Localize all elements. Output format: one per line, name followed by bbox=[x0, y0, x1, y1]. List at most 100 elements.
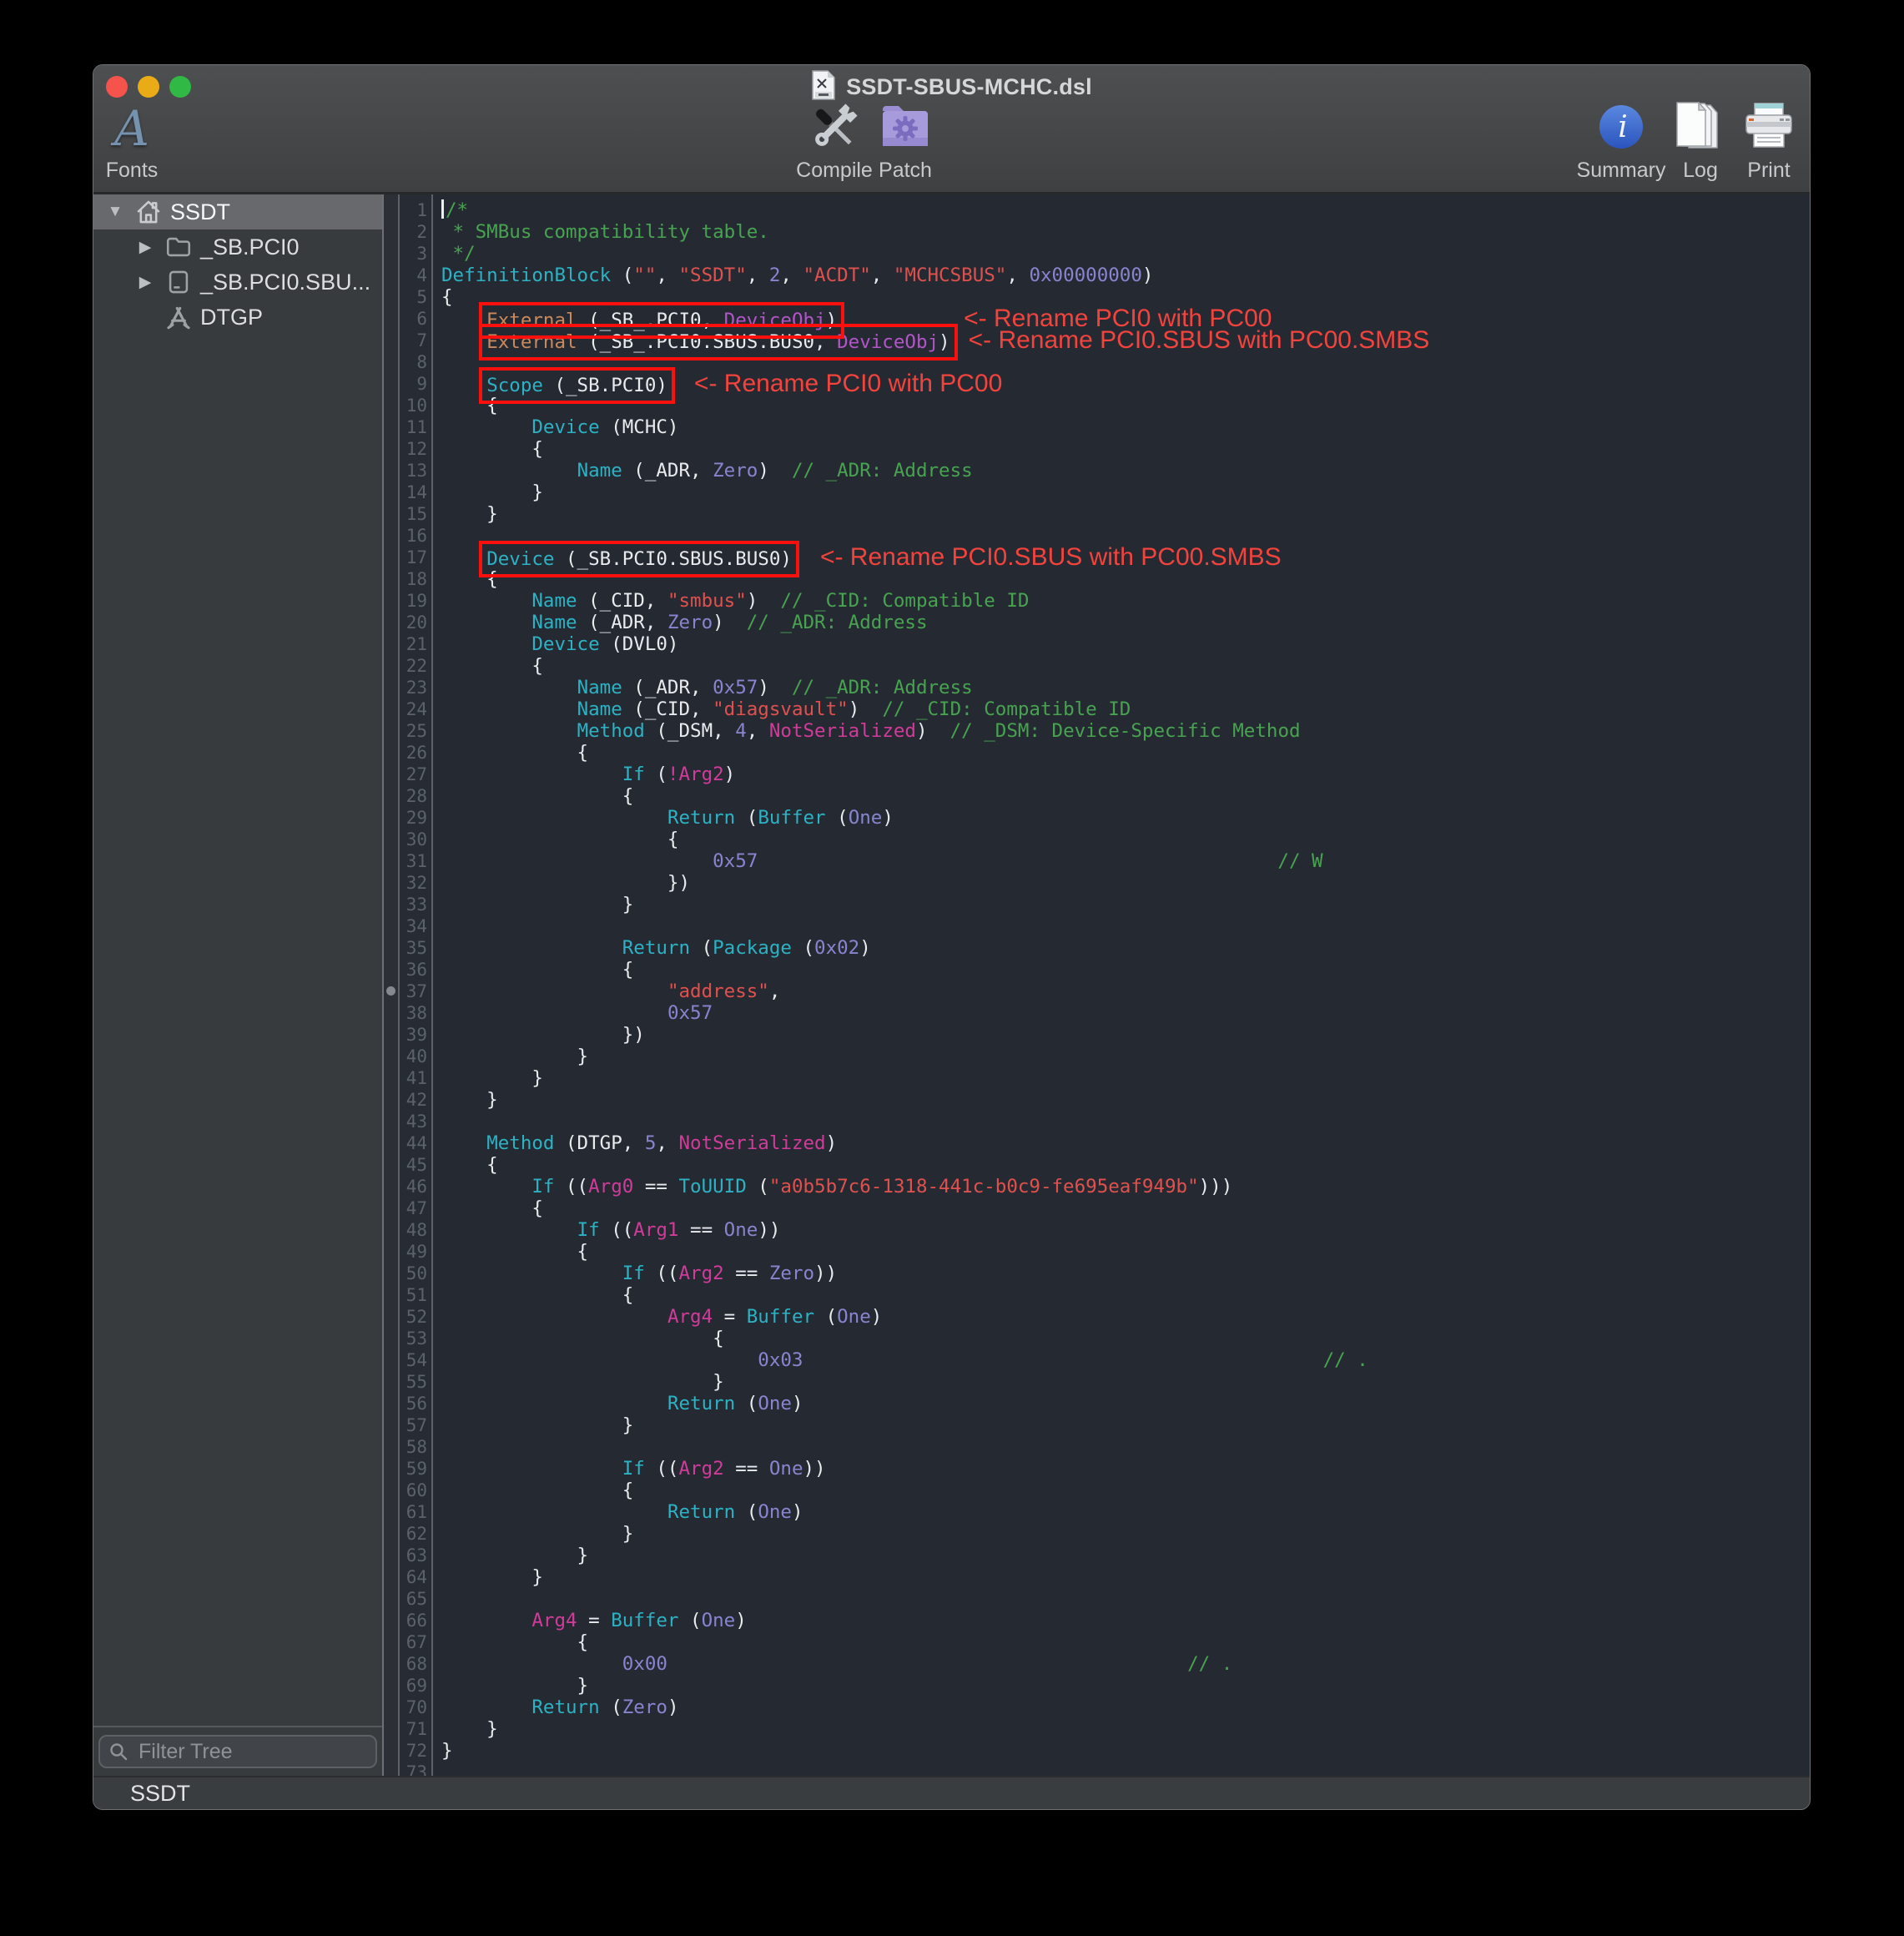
code-line: { bbox=[441, 742, 1810, 764]
tree-item-ssdt[interactable]: ▼ SSDT bbox=[93, 194, 382, 229]
code-line: { bbox=[441, 959, 1810, 981]
code-line: If (!Arg2) bbox=[441, 764, 1810, 785]
code-editor: 1234567891011121314151617181920212223242… bbox=[384, 194, 1810, 1777]
code-line: Name (_ADR, 0x57) // _ADR: Address bbox=[441, 677, 1810, 698]
code-line: Device (DVL0) bbox=[441, 633, 1810, 655]
rename-highlight-box: Scope (_SB.PCI0) bbox=[486, 375, 667, 396]
code-line: } bbox=[441, 1675, 1810, 1697]
code-line: } bbox=[441, 1545, 1810, 1566]
tree-item-label: _SB.PCI0.SBU... bbox=[200, 270, 370, 295]
code-line: Arg4 = Buffer (One) bbox=[441, 1610, 1810, 1631]
code-line: Return (Buffer (One) bbox=[441, 807, 1810, 829]
code-line: If ((Arg0 == ToUUID ("a0b5b7c6-1318-441c… bbox=[441, 1176, 1810, 1197]
code-line: { bbox=[441, 1284, 1810, 1306]
status-bar: SSDT bbox=[93, 1776, 1810, 1809]
status-text: SSDT bbox=[130, 1781, 190, 1807]
code-line: * SMBus compatibility table. bbox=[441, 221, 1810, 243]
code-line: DefinitionBlock ("", "SSDT", 2, "ACDT", … bbox=[441, 265, 1810, 286]
code-line: 0x00 // . bbox=[441, 1653, 1810, 1675]
code-line: Name (_CID, "diagsvault") // _CID: Compa… bbox=[441, 698, 1810, 720]
toolbar-fonts-label: Fonts bbox=[93, 159, 199, 183]
code-line: } bbox=[441, 1414, 1810, 1436]
code-line: Arg4 = Buffer (One) bbox=[441, 1306, 1810, 1328]
tree-item-label: SSDT bbox=[170, 199, 230, 225]
code-line: { bbox=[441, 829, 1810, 850]
code-line: If ((Arg1 == One)) bbox=[441, 1219, 1810, 1241]
tree-item-label: _SB.PCI0 bbox=[200, 234, 300, 260]
code-line: { bbox=[441, 785, 1810, 807]
window-header: SSDT-SBUS-MCHC.dsl A Fonts bbox=[93, 65, 1810, 194]
text-cursor bbox=[441, 199, 444, 219]
device-icon bbox=[162, 268, 195, 296]
code-line: } bbox=[441, 1046, 1810, 1067]
code-line: Name (_ADR, Zero) // _ADR: Address bbox=[441, 612, 1810, 633]
home-icon bbox=[132, 198, 165, 226]
toolbar-fonts-button[interactable]: A Fonts bbox=[93, 98, 199, 183]
marker-gutter[interactable] bbox=[384, 194, 400, 1777]
code-line bbox=[441, 915, 1810, 937]
disclosure-triangle-icon[interactable]: ▶ bbox=[133, 238, 157, 257]
code-line: }) bbox=[441, 1024, 1810, 1046]
code-line: { bbox=[441, 1241, 1810, 1263]
code-line: If ((Arg2 == One)) bbox=[441, 1458, 1810, 1480]
tree-item-dtgp[interactable]: DTGP bbox=[93, 300, 382, 335]
toolbar-patch-label: Patch bbox=[839, 159, 972, 183]
ssdt-tree: ▼ SSDT ▶ _SB.PCI0 ▶ _SB.PCI0.SBU... DTGP bbox=[93, 194, 382, 1727]
disclosure-triangle-icon[interactable]: ▶ bbox=[133, 273, 157, 292]
code-line: { bbox=[441, 1631, 1810, 1653]
code-line: */ bbox=[441, 243, 1810, 265]
code-line: If ((Arg2 == Zero)) bbox=[441, 1263, 1810, 1284]
code-line: } bbox=[441, 894, 1810, 915]
code-line: } bbox=[441, 1371, 1810, 1393]
maciasl-window: SSDT-SBUS-MCHC.dsl A Fonts bbox=[93, 65, 1810, 1809]
code-line: Device (_SB.PCI0.SBUS.BUS0)<- Rename PCI… bbox=[441, 547, 1810, 568]
disclosure-triangle-icon[interactable]: ▼ bbox=[103, 203, 127, 221]
printer-icon bbox=[1743, 102, 1795, 156]
code-line: { bbox=[441, 395, 1810, 416]
code-line: "address", bbox=[441, 981, 1810, 1002]
folder-icon bbox=[162, 233, 195, 261]
code-line: 0x03 // . bbox=[441, 1349, 1810, 1371]
code-line: } bbox=[441, 1523, 1810, 1545]
line-number-gutter: 1234567891011121314151617181920212223242… bbox=[400, 194, 433, 1777]
code-line: Method (_DSM, 4, NotSerialized) // _DSM:… bbox=[441, 720, 1810, 742]
code-line bbox=[441, 351, 1810, 373]
desktop: { "window": { "title": "SSDT-SBUS-MCHC.d… bbox=[0, 0, 1904, 1936]
rename-annotation: <- Rename PCI0 with PC00 bbox=[694, 370, 1002, 397]
code-line: }) bbox=[441, 872, 1810, 894]
rename-highlight-box: External (_SB_.PCI0, DeviceObj) bbox=[486, 310, 837, 331]
method-icon bbox=[162, 303, 195, 331]
code-line: External (_SB_.PCI0.SBUS.BUS0, DeviceObj… bbox=[441, 330, 1810, 351]
code-pane[interactable]: /* * SMBus compatibility table. */Defini… bbox=[433, 194, 1810, 1777]
code-line: } bbox=[441, 1089, 1810, 1111]
code-line: Return (One) bbox=[441, 1393, 1810, 1414]
rename-annotation: <- Rename PCI0.SBUS with PC00.SMBS bbox=[820, 543, 1282, 571]
code-line: Return (Package (0x02) bbox=[441, 937, 1810, 959]
svg-text:i: i bbox=[1618, 110, 1628, 144]
toolbar-print-button[interactable]: Print bbox=[1702, 98, 1810, 183]
code-line: Scope (_SB.PCI0) <- Rename PCI0 with PC00 bbox=[441, 373, 1810, 395]
tree-item-label: DTGP bbox=[200, 305, 263, 330]
code-line: Return (Zero) bbox=[441, 1697, 1810, 1718]
code-line: { bbox=[441, 438, 1810, 460]
code-line: { bbox=[441, 1154, 1810, 1176]
filter-tree-input[interactable] bbox=[98, 1735, 377, 1768]
code-line: } bbox=[441, 1566, 1810, 1588]
rename-highlight-box: Device (_SB.PCI0.SBUS.BUS0) bbox=[486, 548, 792, 570]
toolbar-patch-button[interactable]: Patch bbox=[839, 98, 972, 183]
code-line: Name (_CID, "smbus") // _CID: Compatible… bbox=[441, 590, 1810, 612]
code-line: } bbox=[441, 1067, 1810, 1089]
rename-annotation: <- Rename PCI0.SBUS with PC00.SMBS bbox=[969, 326, 1430, 354]
code-line: Return (One) bbox=[441, 1501, 1810, 1523]
filter-bar bbox=[93, 1726, 382, 1777]
code-line: } bbox=[441, 1718, 1810, 1740]
code-line: 0x57 // W bbox=[441, 850, 1810, 872]
tree-item--sb-pci0-sbu-[interactable]: ▶ _SB.PCI0.SBU... bbox=[93, 265, 382, 300]
code-line: } bbox=[441, 1740, 1810, 1762]
code-line: Name (_ADR, Zero) // _ADR: Address bbox=[441, 460, 1810, 481]
rename-highlight-box: External (_SB_.PCI0.SBUS.BUS0, DeviceObj… bbox=[486, 331, 949, 353]
toolbar-print-label: Print bbox=[1702, 159, 1810, 183]
patch-folder-icon bbox=[879, 100, 932, 158]
tree-item--sb-pci0[interactable]: ▶ _SB.PCI0 bbox=[93, 229, 382, 265]
code-line: } bbox=[441, 481, 1810, 503]
